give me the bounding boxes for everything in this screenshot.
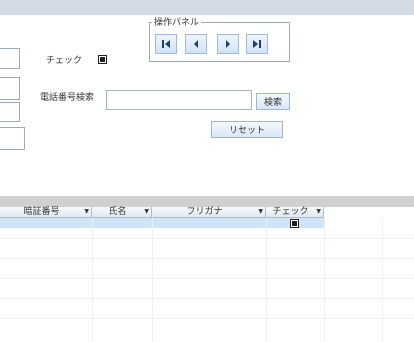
sort-arrow-icon[interactable]: ▼ — [316, 207, 321, 217]
reset-button-label: リセット — [228, 126, 265, 136]
grid-line — [0, 298, 414, 299]
splitter-bar[interactable] — [0, 196, 414, 207]
first-record-button[interactable] — [155, 34, 177, 54]
sort-arrow-icon[interactable]: ▼ — [84, 207, 89, 217]
text-field-3[interactable] — [0, 102, 20, 122]
check-checkbox[interactable] — [98, 55, 107, 64]
sort-arrow-icon[interactable]: ▼ — [144, 207, 149, 217]
top-header-bar — [0, 0, 414, 15]
grid-line — [152, 218, 153, 342]
next-record-icon — [226, 40, 230, 48]
last-record-button[interactable] — [246, 34, 268, 54]
search-button[interactable]: 検索 — [256, 93, 290, 110]
column-header-name[interactable]: 氏名 ▼ — [92, 207, 152, 218]
column-header-check[interactable]: チェック ▼ — [266, 207, 324, 218]
data-grid: 暗証番号 ▼ 氏名 ▼ フリガナ ▼ チェック ▼ — [0, 207, 414, 342]
column-header-furigana-label: フリガナ — [186, 207, 223, 217]
row-check-checkbox[interactable] — [290, 219, 299, 228]
text-field-4[interactable] — [0, 127, 25, 150]
grid-line — [0, 278, 414, 279]
column-header-check-label: チェック — [272, 207, 309, 217]
previous-record-icon — [194, 40, 198, 48]
column-header-furigana[interactable]: フリガナ ▼ — [152, 207, 266, 218]
first-record-icon — [162, 40, 170, 48]
text-field-1[interactable] — [0, 48, 20, 69]
grid-line — [382, 218, 383, 342]
grid-line — [0, 258, 414, 259]
grid-line — [324, 218, 325, 342]
last-record-icon — [253, 40, 261, 48]
sort-arrow-icon[interactable]: ▼ — [258, 207, 263, 217]
grid-line — [92, 218, 93, 342]
previous-record-button[interactable] — [185, 34, 207, 54]
column-header-pin-label: 暗証番号 — [23, 207, 60, 217]
text-field-2[interactable] — [0, 77, 20, 100]
phone-search-input[interactable] — [106, 90, 252, 110]
grid-line — [0, 318, 414, 319]
grid-line — [266, 218, 267, 342]
check-label: チェック — [46, 56, 83, 66]
column-header-name-label: 氏名 — [108, 207, 127, 217]
phone-search-label: 電話番号検索 — [40, 93, 95, 103]
operation-panel-title: 操作パネル — [152, 15, 202, 28]
search-button-label: 検索 — [263, 98, 282, 108]
table-row-selected[interactable] — [0, 218, 324, 228]
reset-button[interactable]: リセット — [211, 121, 283, 138]
column-header-pin[interactable]: 暗証番号 ▼ — [0, 207, 92, 218]
next-record-button[interactable] — [217, 34, 239, 54]
grid-line — [0, 238, 414, 239]
